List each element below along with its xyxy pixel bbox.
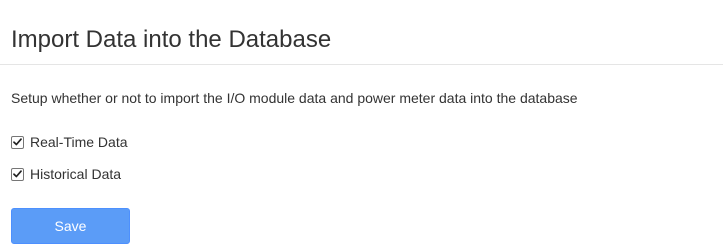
historical-data-checkbox[interactable] [11,167,24,181]
realtime-data-label[interactable]: Real-Time Data [30,134,128,150]
realtime-data-option[interactable]: Real-Time Data [11,134,128,150]
save-button[interactable]: Save [11,208,130,244]
title-divider [0,64,723,65]
historical-data-option[interactable]: Historical Data [11,166,121,182]
historical-data-label[interactable]: Historical Data [30,166,121,182]
section-description: Setup whether or not to import the I/O m… [11,90,578,106]
checkmark-icon [13,170,22,178]
checkmark-icon [13,138,22,146]
import-data-panel: Import Data into the Database Setup whet… [0,0,723,249]
page-title: Import Data into the Database [11,26,332,53]
realtime-data-checkbox[interactable] [11,135,24,149]
